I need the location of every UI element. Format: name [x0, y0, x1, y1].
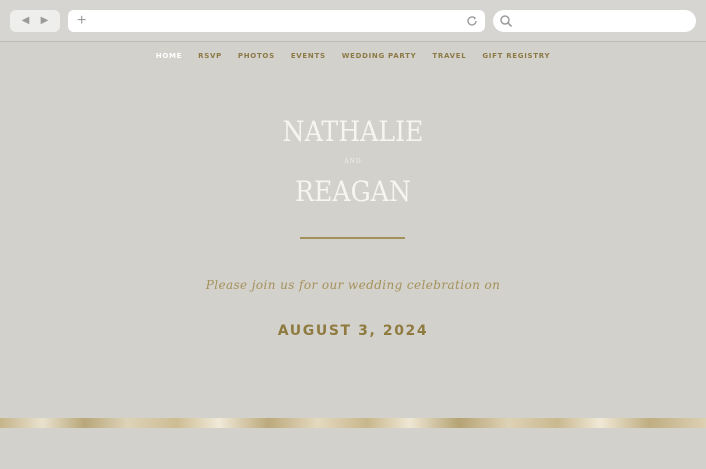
reload-icon[interactable] [465, 14, 479, 28]
site-navigation: HOME RSVP PHOTOS EVENTS WEDDING PARTY TR… [0, 52, 706, 60]
browser-toolbar: ◀ ▶ + [0, 0, 706, 42]
plus-icon[interactable]: + [77, 12, 86, 30]
forward-arrow-icon[interactable]: ▶ [41, 16, 49, 26]
history-buttons: ◀ ▶ [10, 10, 60, 32]
conjunction: AND [344, 158, 362, 165]
nav-item-photos[interactable]: PHOTOS [238, 52, 275, 60]
nav-item-events[interactable]: EVENTS [291, 52, 326, 60]
nav-item-travel[interactable]: TRAVEL [432, 52, 466, 60]
back-arrow-icon[interactable]: ◀ [22, 16, 30, 26]
divider [300, 237, 405, 239]
nav-item-home[interactable]: HOME [156, 52, 182, 60]
invitation-text: Please join us for our wedding celebrati… [205, 278, 501, 292]
search-bar[interactable] [493, 10, 696, 32]
gold-foil-band [0, 418, 706, 428]
nav-item-wedding-party[interactable]: WEDDING PARTY [342, 52, 417, 60]
wedding-website: HOME RSVP PHOTOS EVENTS WEDDING PARTY TR… [0, 43, 706, 469]
second-name: REAGAN [295, 175, 411, 208]
nav-item-gift-registry[interactable]: GIFT REGISTRY [482, 52, 550, 60]
first-name: NATHALIE [282, 115, 424, 148]
wedding-date: AUGUST 3, 2024 [277, 323, 429, 339]
address-bar[interactable]: + [68, 10, 485, 32]
nav-item-rsvp[interactable]: RSVP [198, 52, 222, 60]
search-icon [500, 15, 513, 28]
